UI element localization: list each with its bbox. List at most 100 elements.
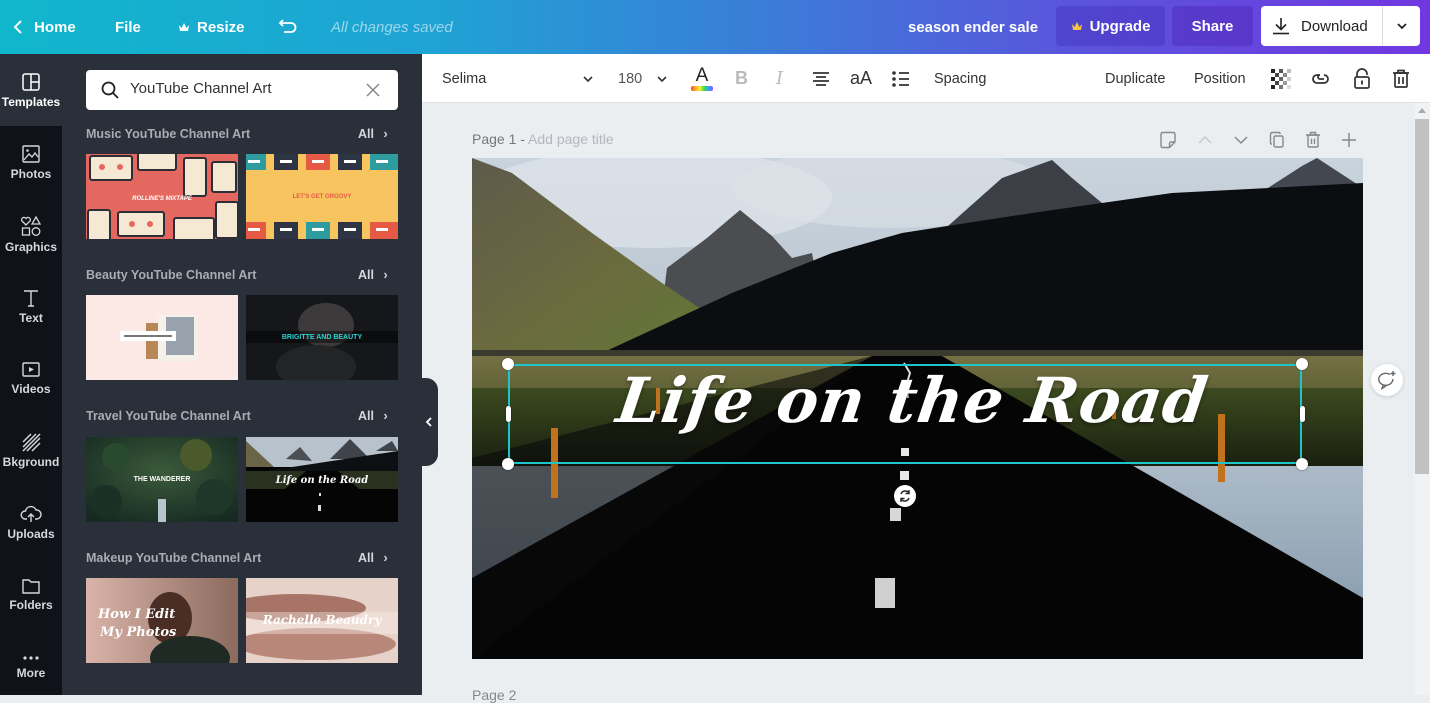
more-icon: [23, 655, 39, 660]
add-page-button[interactable]: [1341, 128, 1357, 152]
trash-icon: [1306, 131, 1320, 148]
rail-label: Graphics: [4, 239, 58, 254]
note-icon: [1160, 131, 1176, 149]
folder-icon: [22, 578, 40, 594]
template-thumbnail[interactable]: Life on the Road: [246, 437, 398, 522]
resize-handle-bottom-left[interactable]: [502, 458, 514, 470]
add-page-title-input[interactable]: Add page title: [528, 131, 614, 147]
resize-button[interactable]: Resize: [178, 0, 245, 54]
move-page-up-button[interactable]: [1197, 128, 1213, 152]
download-button[interactable]: Download: [1261, 6, 1420, 46]
file-label: File: [115, 18, 141, 36]
rail-item-templates[interactable]: Templates: [0, 54, 62, 126]
transparency-icon: [1271, 68, 1291, 89]
rail-item-text[interactable]: Text: [0, 270, 62, 342]
search-input[interactable]: [130, 80, 360, 97]
text-color-button[interactable]: A: [690, 54, 714, 103]
color-swatch-bar: [691, 85, 713, 91]
font-size-dropdown[interactable]: 180: [618, 54, 668, 103]
lips-art: Rachelle Beaudry: [246, 578, 398, 663]
thumb-caption: LET'S GET GROOVY: [293, 194, 352, 200]
thumb-caption: Life on the Road: [275, 475, 369, 486]
collapse-panel-button[interactable]: [419, 378, 438, 466]
template-thumbnail[interactable]: ROLLINE'S MIXTAPE: [86, 154, 238, 239]
rotate-handle[interactable]: [894, 485, 916, 507]
duplicate-page-button[interactable]: [1269, 128, 1285, 152]
scroll-up-icon[interactable]: [1418, 108, 1426, 113]
share-button[interactable]: Share: [1172, 6, 1253, 46]
chevron-right-icon: ›: [383, 551, 388, 565]
italic-button[interactable]: I: [776, 54, 783, 103]
home-button[interactable]: Home: [12, 0, 76, 54]
text-icon: [24, 289, 38, 307]
download-options-button[interactable]: [1383, 6, 1420, 46]
see-all-travel-link[interactable]: All ›: [358, 409, 388, 423]
undo-button[interactable]: [278, 0, 298, 54]
chevron-left-icon: [13, 20, 22, 34]
file-menu-button[interactable]: File: [115, 0, 141, 54]
search-icon: [101, 81, 119, 99]
design-canvas[interactable]: Life on the Road: [472, 158, 1363, 659]
list-button[interactable]: [891, 54, 911, 103]
delete-page-button[interactable]: [1305, 128, 1321, 152]
section-title: Beauty YouTube Channel Art: [86, 268, 257, 282]
rail-item-videos[interactable]: Videos: [0, 342, 62, 414]
rail-item-photos[interactable]: Photos: [0, 126, 62, 198]
rail-item-background[interactable]: Bkground: [0, 414, 62, 486]
add-comment-button[interactable]: [1371, 364, 1403, 396]
trash-icon: [1393, 69, 1409, 88]
rail-item-graphics[interactable]: Graphics: [0, 198, 62, 270]
chevron-right-icon: ›: [383, 268, 388, 282]
road-art: Life on the Road: [246, 437, 398, 522]
font-size-value: 180: [618, 70, 643, 87]
duplicate-button[interactable]: Duplicate: [1105, 54, 1165, 103]
font-family-dropdown[interactable]: Selima: [442, 54, 594, 103]
see-all-music-link[interactable]: All ›: [358, 127, 388, 141]
rail-label: Photos: [10, 166, 52, 181]
clear-search-icon[interactable]: [366, 83, 380, 97]
template-thumbnail[interactable]: How I Edit My Photos: [86, 578, 238, 663]
template-thumbnail[interactable]: BRIGITTE AND BEAUTY: [246, 295, 398, 380]
letter-case-button[interactable]: aA: [850, 54, 872, 103]
templates-panel: Music YouTube Channel Art All › ROLLINE'…: [62, 54, 422, 695]
list-icon: [892, 70, 909, 87]
resize-handle-left[interactable]: [506, 406, 511, 422]
transparency-button[interactable]: [1271, 54, 1291, 103]
chevron-right-icon: ›: [383, 127, 388, 141]
resize-handle-top-left[interactable]: [502, 358, 514, 370]
lock-button[interactable]: [1353, 54, 1371, 103]
crown-icon: [1071, 21, 1082, 30]
resize-handle-bottom-right[interactable]: [1296, 458, 1308, 470]
rail-label: Bkground: [2, 454, 60, 469]
cassette-pattern: LET'S GET GROOVY: [246, 154, 398, 239]
rail-label: Templates: [1, 94, 61, 109]
spacing-button[interactable]: Spacing: [934, 54, 986, 103]
home-label: Home: [34, 18, 76, 36]
template-thumbnail[interactable]: LET'S GET GROOVY: [246, 154, 398, 239]
template-thumbnail[interactable]: Rachelle Beaudry: [246, 578, 398, 663]
position-button[interactable]: Position: [1194, 54, 1246, 103]
see-all-makeup-link[interactable]: All ›: [358, 551, 388, 565]
template-thumbnail[interactable]: THE WANDERER: [86, 437, 238, 522]
text-color-icon: A: [695, 64, 709, 86]
rail-item-uploads[interactable]: Uploads: [0, 486, 62, 558]
link-button[interactable]: [1311, 54, 1333, 103]
upgrade-button[interactable]: Upgrade: [1056, 6, 1165, 46]
resize-handle-top-right[interactable]: [1296, 358, 1308, 370]
design-title[interactable]: season ender sale: [908, 0, 1038, 54]
move-page-down-button[interactable]: [1233, 128, 1249, 152]
align-button[interactable]: [811, 54, 831, 103]
see-all-beauty-link[interactable]: All ›: [358, 268, 388, 282]
delete-button[interactable]: [1392, 54, 1410, 103]
template-thumbnail[interactable]: [86, 295, 238, 380]
search-box[interactable]: [86, 70, 398, 110]
templates-icon: [22, 72, 40, 91]
rail-item-folders[interactable]: Folders: [0, 558, 62, 630]
headline-text[interactable]: Life on the Road: [472, 364, 1363, 437]
scrollbar-thumb[interactable]: [1415, 119, 1429, 474]
all-label: All: [358, 127, 374, 141]
rail-item-more[interactable]: More: [0, 630, 62, 702]
bold-button[interactable]: B: [735, 54, 748, 103]
page-notes-button[interactable]: [1159, 128, 1177, 152]
resize-handle-right[interactable]: [1300, 406, 1305, 422]
